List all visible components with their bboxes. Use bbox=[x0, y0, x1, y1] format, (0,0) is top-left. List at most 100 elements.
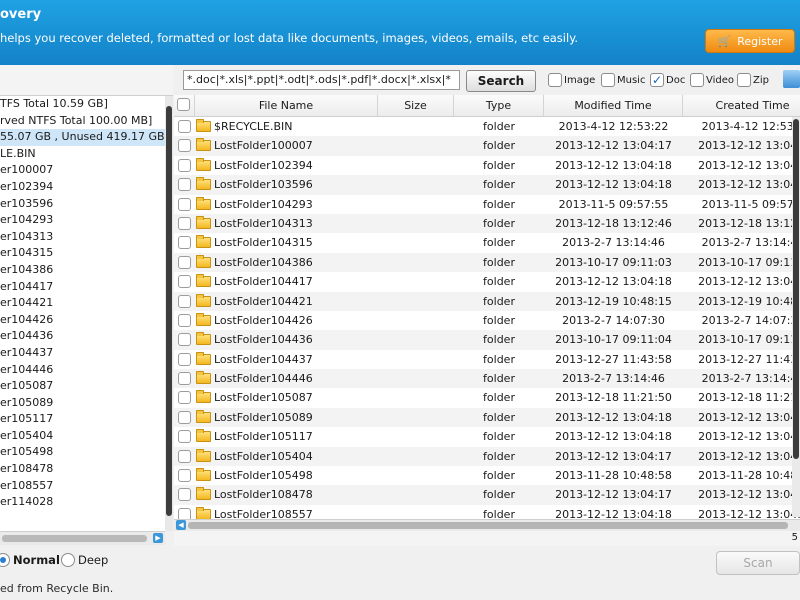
row-checkbox[interactable] bbox=[178, 469, 191, 483]
tree-node[interactable]: er104426 bbox=[0, 312, 165, 329]
filetype-option-music[interactable]: Music bbox=[601, 71, 645, 89]
row-checkbox[interactable] bbox=[178, 449, 191, 463]
tree-node[interactable]: er108478 bbox=[0, 461, 165, 478]
tree-horizontal-scrollbar[interactable]: ▶ bbox=[0, 531, 165, 545]
tree-node[interactable]: er105087 bbox=[0, 378, 165, 395]
table-row[interactable]: LostFolder105087 folder 2013-12-18 11:21:5… bbox=[174, 388, 800, 407]
table-row[interactable]: LostFolder104421 folder 2013-12-19 10:48:1… bbox=[174, 291, 800, 311]
table-row[interactable]: LostFolder108478 folder 2013-12-12 13:04:1… bbox=[174, 485, 800, 505]
tree-node[interactable]: 55.07 GB , Unused 419.17 GB] bbox=[0, 129, 165, 146]
row-checkbox[interactable] bbox=[178, 391, 191, 405]
row-checkbox[interactable] bbox=[178, 275, 191, 289]
tree-node[interactable]: er104446 bbox=[0, 362, 165, 379]
scroll-right-arrow-icon[interactable]: ▶ bbox=[153, 533, 163, 543]
tree-node[interactable]: er108557 bbox=[0, 478, 165, 495]
row-checkbox[interactable] bbox=[178, 488, 191, 502]
row-checkbox[interactable] bbox=[178, 120, 191, 133]
filetype-checkbox[interactable] bbox=[548, 73, 562, 87]
row-checkbox[interactable] bbox=[178, 236, 191, 250]
deep-radio[interactable] bbox=[61, 553, 75, 567]
tree-node[interactable]: rved NTFS Total 100.00 MB] bbox=[0, 113, 165, 130]
tree-node[interactable]: er103596 bbox=[0, 196, 165, 213]
tree-node[interactable]: er114028 bbox=[0, 494, 165, 511]
table-row[interactable]: LostFolder103596 folder 2013-12-12 13:04:1… bbox=[174, 175, 800, 195]
table-row[interactable]: LostFolder104426 folder 2013-2-7 14:07:30 2… bbox=[174, 311, 800, 330]
table-row[interactable]: LostFolder108557 folder 2013-12-12 13:04:1… bbox=[174, 505, 800, 519]
tree-node[interactable]: er100007 bbox=[0, 162, 165, 179]
row-checkbox[interactable] bbox=[178, 507, 191, 519]
tree-node[interactable]: er105404 bbox=[0, 428, 165, 445]
table-row[interactable]: LostFolder105404 folder 2013-12-12 13:04:1… bbox=[174, 446, 800, 467]
tree-node[interactable]: er104437 bbox=[0, 345, 165, 362]
table-row[interactable]: $RECYCLE.BIN folder 2013-4-12 12:53:22 2013… bbox=[174, 117, 800, 136]
row-checkbox[interactable] bbox=[178, 139, 191, 153]
table-row[interactable]: LostFolder104313 folder 2013-12-18 13:12:4… bbox=[174, 213, 800, 234]
tree-node[interactable]: er104313 bbox=[0, 229, 165, 246]
column-header-created-time[interactable]: Created Time bbox=[683, 95, 800, 116]
table-row[interactable]: LostFolder104315 folder 2013-2-7 13:14:46 2… bbox=[174, 233, 800, 252]
column-header-size[interactable]: Size bbox=[378, 95, 454, 116]
table-row[interactable]: LostFolder104437 folder 2013-12-27 11:43:5… bbox=[174, 350, 800, 369]
tree-node[interactable]: er105498 bbox=[0, 444, 165, 461]
table-horizontal-scrollbar[interactable]: ◀ bbox=[174, 519, 800, 531]
filetype-option-image[interactable]: Image bbox=[548, 71, 595, 89]
table-row[interactable]: LostFolder105498 folder 2013-11-28 10:48:5… bbox=[174, 466, 800, 485]
row-checkbox[interactable] bbox=[178, 313, 191, 327]
filetype-checkbox[interactable] bbox=[737, 73, 751, 87]
tree-hscroll-thumb[interactable] bbox=[2, 535, 147, 542]
table-row[interactable]: LostFolder105117 folder 2013-12-12 13:04:1… bbox=[174, 427, 800, 446]
table-row[interactable]: LostFolder104436 folder 2013-10-17 09:11:0… bbox=[174, 330, 800, 350]
tree-node[interactable]: er104436 bbox=[0, 328, 165, 345]
row-checkbox[interactable] bbox=[178, 158, 191, 172]
normal-radio[interactable] bbox=[0, 553, 10, 567]
scan-mode-deep[interactable]: Deep bbox=[61, 553, 108, 567]
table-row[interactable]: LostFolder102394 folder 2013-12-12 13:04:1… bbox=[174, 156, 800, 175]
tree-node[interactable]: LE.BIN bbox=[0, 146, 165, 163]
table-row[interactable]: LostFolder104293 folder 2013-11-5 09:57:55… bbox=[174, 195, 800, 214]
row-checkbox[interactable] bbox=[178, 410, 191, 424]
view-toggle-icon[interactable] bbox=[783, 70, 800, 88]
tree-node[interactable]: er104386 bbox=[0, 262, 165, 279]
tree-node[interactable]: er104417 bbox=[0, 279, 165, 296]
tree-node[interactable]: er102394 bbox=[0, 179, 165, 196]
filetype-checkbox[interactable] bbox=[601, 73, 615, 87]
table-row[interactable]: LostFolder104386 folder 2013-10-17 09:11:0… bbox=[174, 252, 800, 273]
row-checkbox[interactable] bbox=[178, 197, 191, 211]
row-checkbox[interactable] bbox=[178, 178, 191, 192]
column-header-type[interactable]: Type bbox=[454, 95, 544, 116]
column-header-file-name[interactable]: File Name bbox=[195, 95, 378, 116]
tree-node[interactable]: er105089 bbox=[0, 395, 165, 412]
table-vertical-scrollbar[interactable] bbox=[792, 117, 800, 517]
register-button[interactable]: 🛒 Register bbox=[705, 29, 795, 53]
row-checkbox[interactable] bbox=[178, 372, 191, 386]
scan-button[interactable]: Scan bbox=[716, 551, 800, 575]
filetype-checkbox[interactable]: ✓ bbox=[650, 73, 664, 87]
row-checkbox[interactable] bbox=[178, 333, 191, 347]
select-all-checkbox[interactable] bbox=[177, 98, 190, 111]
table-row[interactable]: LostFolder105089 folder 2013-12-12 13:04:1… bbox=[174, 407, 800, 428]
table-row[interactable]: LostFolder104446 folder 2013-2-7 13:14:46 2… bbox=[174, 369, 800, 389]
row-checkbox[interactable] bbox=[178, 216, 191, 230]
filetype-option-doc[interactable]: ✓ Doc bbox=[650, 71, 685, 89]
file-filter-input[interactable]: *.doc|*.xls|*.ppt|*.odt|*.ods|*.pdf|*.do… bbox=[183, 70, 460, 90]
select-all-cell[interactable] bbox=[174, 95, 195, 116]
tree-scroll-thumb[interactable] bbox=[166, 106, 172, 516]
tree-node[interactable]: er105117 bbox=[0, 411, 165, 428]
filetype-option-zip[interactable]: Zip bbox=[737, 71, 769, 89]
tree-node[interactable]: er104421 bbox=[0, 295, 165, 312]
row-checkbox[interactable] bbox=[178, 255, 191, 269]
column-header-modified-time[interactable]: Modified Time bbox=[544, 95, 683, 116]
tree-node[interactable]: er104315 bbox=[0, 245, 165, 262]
tree-node[interactable]: TFS Total 10.59 GB] bbox=[0, 96, 165, 113]
tree-vertical-scrollbar[interactable] bbox=[165, 96, 173, 531]
table-row[interactable]: LostFolder100007 folder 2013-12-12 13:04:1… bbox=[174, 136, 800, 156]
row-checkbox[interactable] bbox=[178, 352, 191, 366]
filetype-option-video[interactable]: Video bbox=[690, 71, 734, 89]
row-checkbox[interactable] bbox=[178, 294, 191, 308]
scan-mode-normal[interactable]: Normal bbox=[0, 553, 60, 567]
row-checkbox[interactable] bbox=[178, 430, 191, 444]
scroll-left-arrow-icon[interactable]: ◀ bbox=[176, 520, 186, 530]
table-row[interactable]: LostFolder104417 folder 2013-12-12 13:04:1… bbox=[174, 272, 800, 291]
tree-node[interactable]: er104293 bbox=[0, 212, 165, 229]
filetype-checkbox[interactable] bbox=[690, 73, 704, 87]
